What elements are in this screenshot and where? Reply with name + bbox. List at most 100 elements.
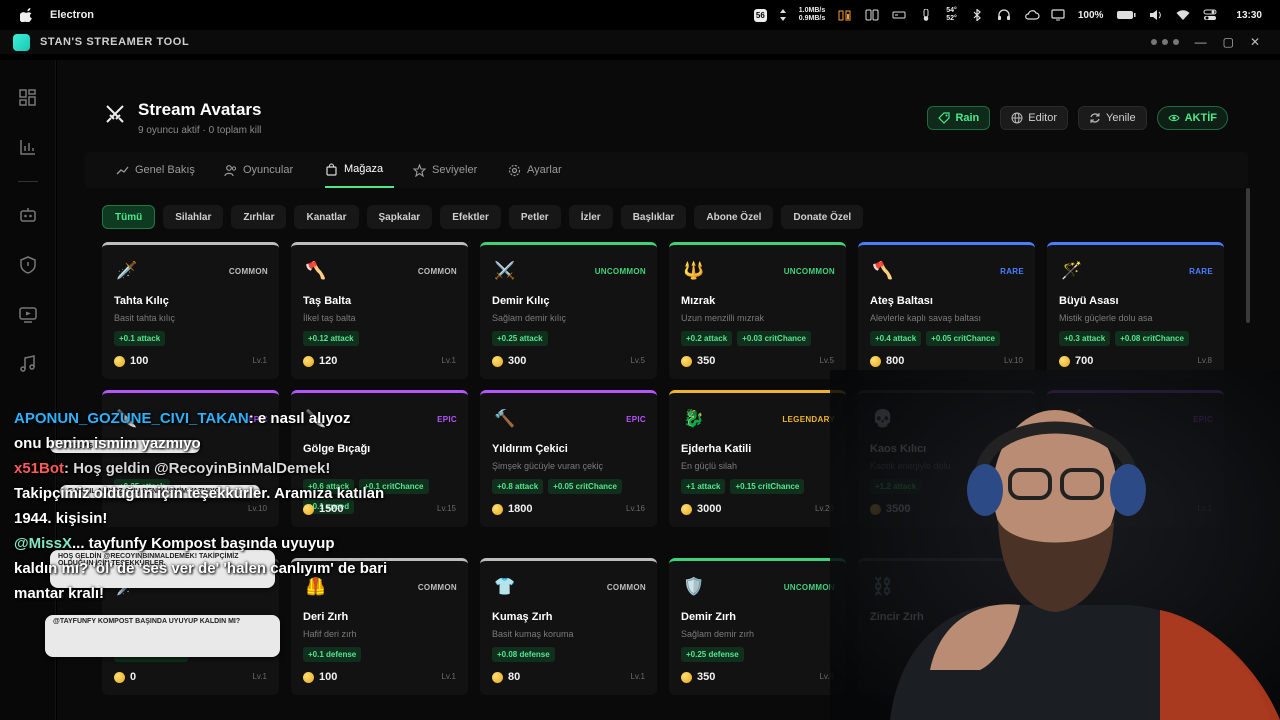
cloud-icon[interactable] <box>1024 9 1040 21</box>
refresh-button-label: Yenile <box>1106 112 1136 124</box>
disk-icon[interactable] <box>892 9 906 21</box>
globe-icon <box>1011 112 1023 124</box>
shop-item-card[interactable]: 🪄 RARE Büyü Asası Mistik güçlerle dolu asa +… <box>1047 242 1224 379</box>
wifi-icon[interactable] <box>1176 9 1190 21</box>
temperature-readout[interactable]: 54° 52° <box>946 7 957 23</box>
rain-button-label: Rain <box>955 112 980 124</box>
volume-icon[interactable] <box>1149 9 1163 21</box>
filter-armor[interactable]: Zırhlar <box>231 205 287 229</box>
item-price: 800 <box>870 355 904 367</box>
music-note-icon[interactable] <box>18 354 38 374</box>
shop-item-card[interactable]: 🪓 COMMON Taş Balta İlkel taş balta +0.12 att… <box>291 242 468 379</box>
filter-weapons[interactable]: Silahlar <box>163 205 224 229</box>
shop-item-card[interactable]: 🗡️ COMMON Tahta Kılıç Basit tahta kılıç +0.1… <box>102 242 279 379</box>
tab-overview[interactable]: Genel Bakış <box>116 152 195 188</box>
item-stats: +0.8 attack +0.05 critChance <box>492 479 652 494</box>
tab-shop[interactable]: Mağaza <box>325 152 395 188</box>
tab-settings[interactable]: Ayarlar <box>508 152 562 188</box>
stats-chart-icon[interactable] <box>18 137 38 157</box>
shop-item-card[interactable]: 👕 COMMON Kumaş Zırh Basit kumaş koruma +0.08… <box>480 558 657 695</box>
filter-all[interactable]: Tümü <box>102 205 156 229</box>
more-options-icon[interactable] <box>1150 39 1179 45</box>
active-app-name[interactable]: Electron <box>50 9 94 21</box>
chat-message: 1944. kişisin! <box>14 510 107 527</box>
filter-pets[interactable]: Petler <box>508 205 561 229</box>
shop-item-card[interactable]: 🛡️ UNCOMMON Demir Zırh Sağlam demir zırh +0.… <box>669 558 846 695</box>
video-screen-icon[interactable] <box>18 304 38 324</box>
display-icon[interactable] <box>1051 9 1065 21</box>
item-stats: +0.3 attack +0.08 critChance <box>1059 331 1219 346</box>
item-price-value: 700 <box>1075 355 1094 367</box>
tab-players[interactable]: Oyuncular <box>224 152 293 188</box>
coin-icon <box>681 671 692 683</box>
item-price-value: 80 <box>508 671 521 683</box>
control-center-icon[interactable] <box>1203 9 1217 21</box>
filter-hats[interactable]: Şapkalar <box>366 205 433 229</box>
item-stats: +0.4 attack +0.05 critChance <box>870 331 1030 346</box>
item-icon: 🪓 <box>305 261 327 280</box>
dashboard-icon[interactable] <box>18 88 38 108</box>
coin-icon <box>870 355 881 367</box>
shop-item-card[interactable]: 🔨 EPIC Yıldırım Çekici Şimşek gücüyle vuran… <box>480 390 657 527</box>
item-description: En güçlü silah <box>681 461 738 471</box>
item-rarity: COMMON <box>417 267 457 276</box>
item-price-value: 350 <box>697 671 716 683</box>
coin-icon <box>681 503 692 515</box>
coin-icon <box>492 671 503 683</box>
item-description: Sağlam demir zırh <box>681 629 755 639</box>
webcam-overlay <box>830 370 1280 720</box>
filter-trails[interactable]: İzler <box>568 205 613 229</box>
clock[interactable]: 13:30 <box>1236 10 1262 21</box>
item-rarity: RARE <box>1189 267 1213 276</box>
shop-item-card[interactable]: 🐉 LEGENDARY Ejderha Katili En güçlü silah +1… <box>669 390 846 527</box>
memory-icon[interactable] <box>865 9 879 21</box>
item-price: 350 <box>681 355 715 367</box>
filter-titles[interactable]: Başlıklar <box>620 205 687 229</box>
chat-text: onu benim ismim yazmıyo <box>14 435 201 452</box>
filter-wings[interactable]: Kanatlar <box>294 205 359 229</box>
chat-message: @MissX... tayfunfy Kompost başında uyuyu… <box>14 535 335 552</box>
filter-effects[interactable]: Efektler <box>440 205 501 229</box>
item-level: Lv.15 <box>437 504 456 513</box>
scrollbar[interactable] <box>1246 188 1250 323</box>
close-icon[interactable]: ✕ <box>1250 35 1260 49</box>
cpu-bars-icon[interactable] <box>838 9 852 21</box>
coin-icon <box>114 355 125 367</box>
filter-sub-exclusive[interactable]: Abone Özel <box>694 205 774 229</box>
thermometer-icon[interactable] <box>919 8 933 21</box>
item-name: Ejderha Katili <box>681 443 752 455</box>
shop-item-card[interactable]: 🪓 RARE Ateş Baltası Alevlerle kaplı savaş b… <box>858 242 1035 379</box>
stat-badge: +0.8 attack <box>492 479 544 494</box>
shield-icon[interactable] <box>18 255 38 275</box>
chat-text: Takipçimiz olduğun için teşekkürler. Ara… <box>14 485 385 502</box>
active-toggle-button[interactable]: AKTİF <box>1156 106 1228 130</box>
menubar-badge[interactable]: 56 <box>753 8 767 22</box>
item-price: 120 <box>303 355 337 367</box>
item-icon: ⚔️ <box>494 261 516 280</box>
editor-button[interactable]: Editor <box>1000 106 1069 130</box>
item-level: Lv.1 <box>252 356 267 365</box>
shop-item-card[interactable]: ⚔️ UNCOMMON Demir Kılıç Sağlam demir kılıç +… <box>480 242 657 379</box>
item-price-value: 100 <box>130 355 149 367</box>
apple-logo-icon[interactable] <box>20 8 34 22</box>
window-title: STAN'S STREAMER TOOL <box>40 36 190 48</box>
battery-icon[interactable] <box>1116 9 1136 21</box>
shop-item-card[interactable]: 🔱 UNCOMMON Mızrak Uzun menzilli mızrak +0.2 … <box>669 242 846 379</box>
maximize-icon[interactable]: ▢ <box>1223 35 1234 49</box>
item-name: Demir Kılıç <box>492 295 550 307</box>
headphones-icon[interactable] <box>997 9 1011 21</box>
battery-percent[interactable]: 100% <box>1078 10 1104 21</box>
chat-message: x51Bot: Hoş geldin @RecoyinBinMalDemek! <box>14 460 330 477</box>
bluetooth-icon[interactable] <box>970 8 984 22</box>
chat-message: mantar kralı! <box>14 585 104 602</box>
minimize-icon[interactable]: — <box>1195 35 1207 49</box>
item-stats: +0.08 defense <box>492 647 652 662</box>
network-speed[interactable]: 1.0MB/s 0.9MB/s <box>799 7 825 23</box>
temperature-1: 54° <box>946 7 957 14</box>
filter-donate-exclusive[interactable]: Donate Özel <box>781 205 864 229</box>
robot-icon[interactable] <box>18 205 38 225</box>
item-price-value: 300 <box>508 355 527 367</box>
refresh-button[interactable]: Yenile <box>1078 106 1147 130</box>
rain-button[interactable]: Rain <box>927 106 991 130</box>
tab-levels[interactable]: Seviyeler <box>413 152 477 188</box>
